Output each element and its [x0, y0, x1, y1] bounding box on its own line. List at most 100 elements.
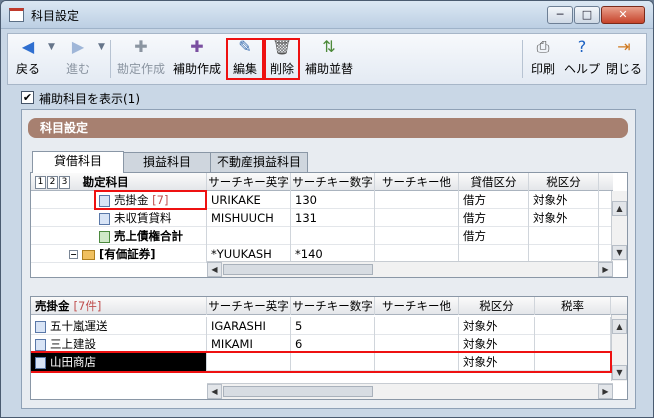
tax-type-cell: 対象外	[459, 353, 535, 371]
sub-header-account: 売掛金 [7件]	[31, 297, 207, 315]
show-sub-label: 補助科目を表示(1)	[39, 92, 140, 106]
panel-title: 科目設定	[28, 118, 628, 138]
column-header-search-num[interactable]: サーチキー数字	[291, 173, 375, 191]
column-header-search-other[interactable]: サーチキー他	[375, 173, 459, 191]
edit-button[interactable]: ✎ 編集	[226, 38, 264, 80]
level-2-button[interactable]: 2	[47, 176, 58, 189]
tax-type-cell: 対象外	[459, 317, 535, 335]
column-header-account[interactable]: 勘定科目	[83, 175, 129, 189]
minimize-button[interactable]: ─	[547, 6, 573, 24]
chevron-down-icon[interactable]: ▼	[98, 42, 105, 52]
lend-type-cell: 借方	[459, 227, 529, 245]
search-eng-cell: IGARASHI	[207, 317, 291, 335]
account-name-cell: 売上債権合計	[31, 227, 207, 245]
sub-account-name-cell: 山田商店	[31, 353, 207, 371]
lend-type-cell: 借方	[459, 191, 529, 209]
scroll-up-icon[interactable]: ▲	[612, 319, 627, 334]
search-other-cell	[375, 335, 459, 353]
settings-panel: 科目設定 貸借科目 損益科目 不動産損益科目 123 勘定科目 サーチキー英字 …	[21, 109, 636, 409]
toolbar: ◀ 戻る ▼ ▶ 進む ▼ ✚ 勘定作成 ✚ 補助作成 ✎ 編集 🗑 削除 ⇅ …	[7, 33, 647, 85]
table-row[interactable]: 売上債権合計 借方	[31, 227, 613, 245]
column-header-lend-type[interactable]: 貸借区分	[459, 173, 529, 191]
document-icon	[35, 320, 46, 333]
search-eng-cell	[207, 353, 291, 371]
table-row[interactable]: 山田商店 対象外	[31, 353, 613, 371]
vertical-scrollbar[interactable]: ▲ ▼	[611, 315, 627, 381]
show-sub-checkbox[interactable]: ✔	[21, 91, 34, 104]
sub-create-button[interactable]: ✚ 補助作成	[170, 38, 224, 80]
scroll-right-icon[interactable]: ▶	[598, 262, 613, 277]
lend-type-cell: 借方	[459, 209, 529, 227]
chevron-down-icon[interactable]: ▼	[48, 42, 55, 52]
scroll-left-icon[interactable]: ◀	[207, 384, 222, 399]
trash-icon: 🗑	[271, 37, 293, 56]
search-other-cell	[375, 353, 459, 371]
search-other-cell	[375, 317, 459, 335]
search-other-cell	[375, 227, 459, 245]
forward-button[interactable]: ▶ 進む	[60, 38, 96, 80]
horizontal-scrollbar[interactable]: ◀ ▶	[207, 383, 613, 399]
account-name-cell: 未収賃貸料	[31, 209, 207, 227]
tax-rate-cell	[535, 353, 611, 371]
account-name-cell: − [有価証券]	[31, 245, 207, 263]
column-header-search-eng[interactable]: サーチキー英字	[207, 173, 291, 191]
search-eng-cell: MISHUUCH	[207, 209, 291, 227]
search-other-cell	[375, 191, 459, 209]
table-row[interactable]: 三上建設 MIKAMI 6 対象外	[31, 335, 613, 353]
maximize-button[interactable]: □	[574, 6, 600, 24]
scroll-up-icon[interactable]: ▲	[612, 201, 627, 216]
column-header-search-num[interactable]: サーチキー数字	[291, 297, 375, 315]
help-icon: ?	[577, 37, 587, 56]
search-eng-cell: MIKAMI	[207, 335, 291, 353]
column-header-search-other[interactable]: サーチキー他	[375, 297, 459, 315]
scroll-thumb[interactable]	[223, 264, 373, 275]
scroll-down-icon[interactable]: ▼	[612, 245, 627, 260]
column-header-tax-rate[interactable]: 税率	[535, 297, 611, 315]
sub-account-grid-header: 売掛金 [7件] サーチキー英字 サーチキー数字 サーチキー他 税区分 税率	[31, 297, 627, 315]
search-num-cell	[291, 227, 375, 245]
scroll-right-icon[interactable]: ▶	[598, 384, 613, 399]
tab-real-estate[interactable]: 不動産損益科目	[210, 152, 308, 172]
tax-rate-cell	[535, 317, 611, 335]
sub-account-name-cell: 三上建設	[31, 335, 207, 353]
table-row[interactable]: 売掛金 [7] URIKAKE 130 借方 対象外	[31, 191, 613, 209]
scroll-left-icon[interactable]: ◀	[207, 262, 222, 277]
tax-type-cell	[529, 227, 599, 245]
collapse-icon[interactable]: −	[69, 250, 78, 259]
tax-type-cell: 対象外	[529, 209, 599, 227]
document-icon	[99, 212, 110, 225]
column-header-search-eng[interactable]: サーチキー英字	[207, 297, 291, 315]
sub-add-icon: ✚	[190, 37, 204, 56]
column-header-tax-type[interactable]: 税区分	[459, 297, 535, 315]
column-header-tax-type[interactable]: 税区分	[529, 173, 599, 191]
tax-type-cell: 対象外	[529, 191, 599, 209]
search-num-cell: 130	[291, 191, 375, 209]
close-button[interactable]: ✕	[601, 6, 645, 24]
document-icon	[99, 194, 110, 207]
sub-reorder-button[interactable]: ⇅ 補助並替	[302, 38, 356, 80]
window-title: 科目設定	[31, 9, 80, 23]
reorder-icon: ⇅	[322, 37, 336, 56]
back-button[interactable]: ◀ 戻る	[10, 38, 46, 80]
table-row[interactable]: 未収賃貸料 MISHUUCH 131 借方 対象外	[31, 209, 613, 227]
scroll-down-icon[interactable]: ▼	[612, 365, 627, 380]
tab-balance[interactable]: 貸借科目	[32, 151, 124, 173]
print-button[interactable]: ⎙ 印刷	[526, 38, 560, 80]
table-row[interactable]: 五十嵐運送 IGARASHI 5 対象外	[31, 317, 613, 335]
document-icon	[35, 356, 46, 369]
help-button[interactable]: ? ヘルプ	[562, 38, 602, 80]
search-eng-cell	[207, 227, 291, 245]
tax-rate-cell	[535, 335, 611, 353]
vertical-scrollbar[interactable]: ▲ ▼	[611, 191, 627, 261]
delete-button[interactable]: 🗑 削除	[264, 38, 300, 80]
scroll-thumb[interactable]	[223, 386, 373, 397]
default-create-button[interactable]: ✚ 勘定作成	[114, 38, 168, 80]
level-selector: 123 勘定科目	[31, 173, 207, 191]
title-bar[interactable]: 科目設定 ─ □ ✕	[1, 1, 653, 29]
close-window-button[interactable]: ⇥ 閉じる	[604, 38, 644, 80]
search-eng-cell: URIKAKE	[207, 191, 291, 209]
tab-profit-loss[interactable]: 損益科目	[122, 152, 212, 172]
level-3-button[interactable]: 3	[59, 176, 70, 189]
level-1-button[interactable]: 1	[35, 176, 46, 189]
horizontal-scrollbar[interactable]: ◀ ▶	[207, 261, 613, 277]
